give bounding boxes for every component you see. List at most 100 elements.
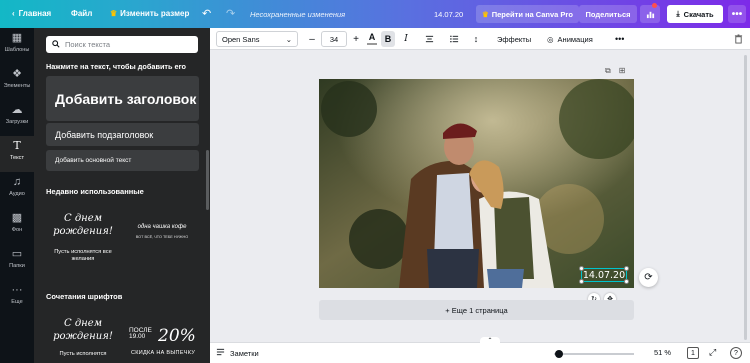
bottom-bar: Заметки ⌃ 51 % 1 ⤢ ? <box>210 337 750 363</box>
left-rail: ▦ Шаблоны ❖ Элементы ☁ Загрузки T Текст … <box>0 28 34 363</box>
trash-icon[interactable] <box>734 32 743 46</box>
refresh-icon[interactable]: ⟳ <box>639 268 658 287</box>
chevron-up-icon[interactable]: ⌃ <box>480 337 500 344</box>
more-dots-icon: ··· <box>11 284 23 296</box>
italic-button[interactable]: I <box>399 31 413 47</box>
elements-icon: ❖ <box>12 68 22 80</box>
rail-label: Фон <box>11 227 23 233</box>
text-color-icon: A <box>368 32 376 42</box>
list-icon[interactable] <box>447 31 461 47</box>
chevron-left-icon: ‹ <box>12 9 15 18</box>
editor-toolbar: Open Sans ⌄ – 34 + A B I ↕ Эффекты ◎ Ани… <box>210 28 750 50</box>
rail-label: Папки <box>9 263 25 269</box>
combo-template-percent[interactable]: 20% <box>158 326 196 346</box>
page-actions: ⧉ ⊞ <box>605 66 625 76</box>
line-spacing-icon[interactable]: ↕ <box>469 31 483 47</box>
notes-label: Заметки <box>230 348 259 358</box>
crown-icon: ♛ <box>482 9 489 19</box>
canvas-scrollbar[interactable] <box>744 55 747 340</box>
search-icon <box>52 39 60 50</box>
design-photo[interactable] <box>319 79 634 288</box>
redo-icon[interactable]: ↷ <box>226 7 235 20</box>
resize-handle[interactable] <box>624 279 629 284</box>
design-title[interactable]: 14.07.20 <box>434 10 463 19</box>
download-button[interactable]: ⤓ Скачать <box>667 5 723 23</box>
text-color-swatch <box>367 43 377 45</box>
rail-label: Аудио <box>9 191 25 197</box>
recent-template-coffee-sub[interactable]: ВОТ ВСЁ, ЧТО ТЕБЕ НУЖНО <box>129 235 195 239</box>
add-subheading-button[interactable]: Добавить подзаголовок <box>46 123 199 146</box>
rail-item-folders[interactable]: ▭ Папки <box>0 244 34 280</box>
rail-label: Загрузки <box>5 119 29 125</box>
help-button[interactable]: ? <box>730 347 742 359</box>
font-size-decrease-button[interactable]: – <box>306 31 318 47</box>
animation-label: Анимация <box>557 34 593 44</box>
text-icon: T <box>13 139 21 152</box>
rail-item-background[interactable]: ▩ Фон <box>0 208 34 244</box>
unsaved-status: Несохраненные изменения <box>250 10 346 19</box>
search-input[interactable]: Поиск текста <box>46 36 198 53</box>
rail-label: Элементы <box>3 83 31 89</box>
font-size-increase-button[interactable]: + <box>350 31 362 47</box>
file-menu-button[interactable]: Файл <box>71 9 92 18</box>
folder-icon: ▭ <box>11 248 23 260</box>
bold-button[interactable]: B <box>381 31 395 47</box>
page-count-button[interactable]: 1 <box>687 347 699 359</box>
more-toolbar-icon[interactable]: ••• <box>615 32 624 46</box>
zoom-slider[interactable] <box>554 353 634 355</box>
text-color-button[interactable]: A <box>365 31 379 47</box>
canva-pro-button[interactable]: ♛ Перейти на Canva Pro <box>476 5 579 23</box>
rail-item-templates[interactable]: ▦ Шаблоны <box>0 28 34 64</box>
resize-label: Изменить размер <box>120 9 190 18</box>
recent-template-birthday-sub[interactable]: Пусть исполнятся все желания <box>50 249 116 263</box>
animation-icon: ◎ <box>547 34 554 44</box>
font-size-input[interactable]: 34 <box>321 31 347 47</box>
chevron-down-icon: ⌄ <box>285 34 292 44</box>
crown-icon: ♛ <box>110 9 118 18</box>
rail-item-uploads[interactable]: ☁ Загрузки <box>0 100 34 136</box>
resize-handle[interactable] <box>579 266 584 271</box>
text-panel: Поиск текста Нажмите на текст, чтобы доб… <box>34 28 210 363</box>
top-bar: ‹ Главная Файл ♛ Изменить размер ↶ ↷ Нес… <box>0 0 750 28</box>
selected-date-text[interactable]: 14.07.20 <box>581 268 627 282</box>
canva-pro-label: Перейти на Canva Pro <box>491 9 573 19</box>
home-button[interactable]: ‹ Главная <box>12 9 51 18</box>
rail-label: Еще <box>11 299 23 305</box>
animation-button[interactable]: ◎ Анимация <box>547 32 593 46</box>
search-placeholder: Поиск текста <box>65 40 111 49</box>
rail-item-more[interactable]: ··· Еще <box>0 280 34 316</box>
combo-template-birthday[interactable]: С днем рождения! <box>50 317 116 343</box>
rail-item-elements[interactable]: ❖ Элементы <box>0 64 34 100</box>
combo-template-bakery[interactable]: СКИДКА НА ВЫПЕЧКУ <box>131 350 195 356</box>
resize-handle[interactable] <box>624 266 629 271</box>
add-heading-button[interactable]: Добавить заголовок <box>46 76 199 121</box>
rail-item-text[interactable]: T Текст <box>0 136 34 172</box>
add-page-button[interactable]: + Еще 1 страница <box>319 300 634 320</box>
effects-button[interactable]: Эффекты <box>497 32 531 46</box>
undo-icon[interactable]: ↶ <box>202 7 211 20</box>
recent-section-title: Недавно использованные <box>46 187 144 196</box>
combo-template-birthday-sub[interactable]: Пусть исполнятся <box>50 351 116 357</box>
more-options-icon[interactable]: ••• <box>728 5 746 23</box>
share-button[interactable]: Поделиться <box>579 5 637 23</box>
combo-template-after[interactable]: ПОСЛЕ 19.00 <box>129 327 152 340</box>
upload-cloud-icon: ☁ <box>11 104 23 116</box>
resize-button[interactable]: ♛ Изменить размер <box>110 9 189 18</box>
zoom-level[interactable]: 51 % <box>654 348 671 357</box>
add-page-icon[interactable]: ⊞ <box>619 66 626 76</box>
duplicate-page-icon[interactable]: ⧉ <box>605 66 611 76</box>
fullscreen-icon[interactable]: ⤢ <box>709 347 716 358</box>
notification-dot <box>652 3 657 8</box>
add-body-text-button[interactable]: Добавить основной текст <box>46 150 199 171</box>
font-family-select[interactable]: Open Sans ⌄ <box>216 31 298 47</box>
recent-template-birthday[interactable]: С днем рождения! <box>50 212 116 238</box>
resize-handle[interactable] <box>579 279 584 284</box>
insights-icon[interactable] <box>640 5 660 23</box>
recent-template-coffee[interactable]: одна чашка кофе <box>129 224 195 230</box>
rail-item-audio[interactable]: ♫ Аудио <box>0 172 34 208</box>
zoom-slider-handle[interactable] <box>555 350 563 358</box>
notes-button[interactable]: Заметки <box>216 348 259 358</box>
templates-icon: ▦ <box>11 32 23 44</box>
font-combos-title: Сочетания шрифтов <box>46 292 123 301</box>
align-center-icon[interactable] <box>422 31 436 47</box>
